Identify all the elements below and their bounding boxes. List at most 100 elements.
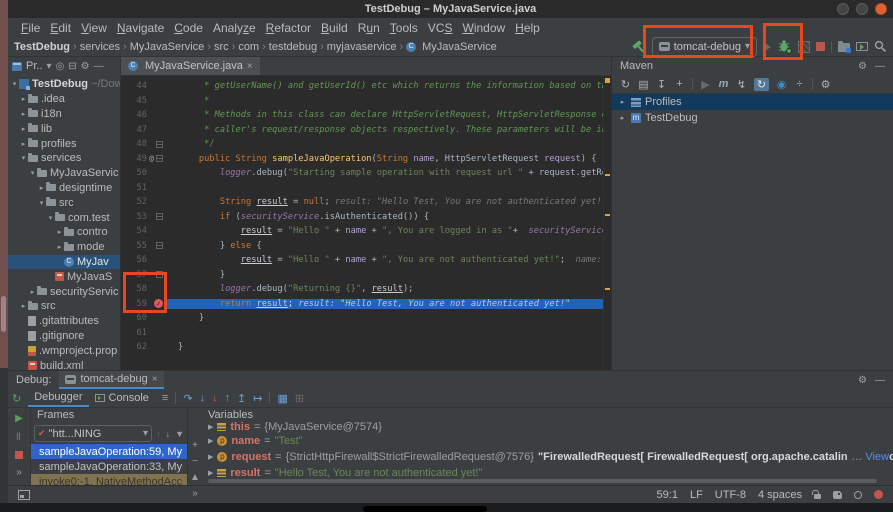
stop-button[interactable] xyxy=(816,42,825,51)
debug-session-tab[interactable]: tomcat-debug × xyxy=(59,371,163,389)
run-with-coverage-icon[interactable] xyxy=(798,41,810,53)
arrow-down-icon[interactable]: ▾ xyxy=(19,154,28,162)
project-panel-title[interactable]: Pr.. xyxy=(26,60,43,72)
maven-settings-icon[interactable]: ⚙ xyxy=(820,78,831,91)
fold-icon[interactable] xyxy=(156,213,163,220)
tree-row[interactable]: ▾src xyxy=(8,195,120,210)
arrow-right-icon[interactable]: ▸ xyxy=(28,288,37,296)
menu-item-refactor[interactable]: Refactor xyxy=(261,21,316,35)
fold-icon[interactable] xyxy=(156,141,163,148)
arrow-down-icon[interactable]: ▾ xyxy=(37,199,46,207)
fold-icon[interactable] xyxy=(156,155,163,162)
download-sources-icon[interactable]: ↧ xyxy=(656,78,667,91)
menu-item-build[interactable]: Build xyxy=(316,21,353,35)
skip-tests-icon[interactable]: ÷ xyxy=(794,78,805,90)
expand-arrow-icon[interactable]: ▶ xyxy=(208,469,213,477)
hamburger-menu-icon[interactable]: ≡ xyxy=(162,392,168,404)
tree-row[interactable]: ▸designtime xyxy=(8,181,120,196)
tree-row[interactable]: MyJavaS xyxy=(8,269,120,284)
reimport-maven-icon[interactable]: ↻ xyxy=(620,78,631,91)
variable-row[interactable]: ▶pname="Test" xyxy=(202,433,893,449)
arrow-down-icon[interactable]: ▾ xyxy=(46,214,55,222)
run-configuration-select[interactable]: tomcat-debug ▾ xyxy=(652,37,757,57)
more-icon[interactable]: » xyxy=(16,467,22,478)
arrow-right-icon[interactable]: ▸ xyxy=(19,140,28,148)
frame-row[interactable]: invoke0:-1, NativeMethodAcc xyxy=(31,474,187,485)
caret-position[interactable]: 59:1 xyxy=(657,489,678,501)
tree-row[interactable]: ▸src xyxy=(8,299,120,314)
breadcrumb-item[interactable]: TestDebug xyxy=(14,41,70,53)
title-bar[interactable]: TestDebug – MyJavaService.java xyxy=(8,0,893,18)
horizontal-scrollbar[interactable] xyxy=(208,479,877,483)
arrow-down-icon[interactable]: ▾ xyxy=(10,80,19,88)
debug-bug-button[interactable] xyxy=(777,39,792,54)
arrow-right-icon[interactable]: ▸ xyxy=(55,228,64,236)
tree-row[interactable]: .gitignore xyxy=(8,329,120,344)
breadcrumb-item[interactable]: testdebug xyxy=(269,41,317,53)
close-button[interactable] xyxy=(875,3,887,15)
arrow-right-icon[interactable]: ▸ xyxy=(19,110,28,118)
tree-row[interactable]: ▸profiles xyxy=(8,136,120,151)
menu-item-navigate[interactable]: Navigate xyxy=(112,21,169,35)
add-watch-icon[interactable]: + xyxy=(192,440,198,451)
evaluate-expression-icon[interactable]: ▦ xyxy=(277,392,287,405)
arrow-right-icon[interactable]: ▸ xyxy=(618,114,627,122)
hide-panel-icon[interactable]: — xyxy=(875,61,885,72)
force-step-into-icon[interactable]: ↓ xyxy=(212,392,218,404)
menu-item-analyze[interactable]: Analyze xyxy=(208,21,261,35)
breadcrumb-item[interactable]: MyJavaService xyxy=(130,41,205,53)
frame-row[interactable]: sampleJavaOperation:59, My xyxy=(31,444,187,459)
run-to-cursor-icon[interactable]: ↦ xyxy=(253,392,262,405)
arrow-down-icon[interactable]: ▾ xyxy=(28,169,37,177)
fold-icon[interactable] xyxy=(156,242,163,249)
tree-row[interactable]: ▸i18n xyxy=(8,107,120,122)
maximize-button[interactable] xyxy=(856,3,868,15)
hide-panel-icon[interactable]: — xyxy=(875,375,885,386)
line-ending[interactable]: LF xyxy=(690,489,703,501)
menu-item-tools[interactable]: Tools xyxy=(385,21,423,35)
tree-row[interactable]: ▾com.test xyxy=(8,210,120,225)
breakpoint-hit-icon[interactable]: ✓ xyxy=(154,299,163,308)
maven-goal-icon[interactable]: m xyxy=(718,78,729,90)
frame-up-icon[interactable]: ↑ xyxy=(156,429,161,439)
remove-watch-icon[interactable]: − xyxy=(192,456,198,467)
tab-console[interactable]: Console xyxy=(89,389,155,407)
tree-row[interactable]: ▸contro xyxy=(8,225,120,240)
expand-arrow-icon[interactable]: ▶ xyxy=(208,437,213,445)
tree-row[interactable]: ▸mode xyxy=(8,240,120,255)
hide-panel-icon[interactable]: — xyxy=(94,61,104,72)
code-editor-surface[interactable]: 44 * getUserName() and getUserId() etc w… xyxy=(121,76,603,370)
gear-icon[interactable]: ⚙ xyxy=(858,375,867,386)
maven-tree-row[interactable]: ▸mTestDebug xyxy=(612,110,893,126)
readonly-lock-icon[interactable] xyxy=(814,494,821,499)
menu-item-help[interactable]: Help xyxy=(510,21,545,35)
breadcrumb-item[interactable]: services xyxy=(80,41,120,53)
menu-item-file[interactable]: File xyxy=(16,21,45,35)
run-maven-goal-icon[interactable]: ▶ xyxy=(700,78,711,91)
menu-item-code[interactable]: Code xyxy=(169,21,208,35)
inspection-indicator[interactable] xyxy=(605,78,610,83)
arrow-right-icon[interactable]: ▸ xyxy=(55,243,64,251)
maven-tree-row[interactable]: ▸Profiles xyxy=(612,94,893,110)
tree-row[interactable]: ▾MyJavaServic xyxy=(8,166,120,181)
rerun-icon[interactable]: ↻ xyxy=(12,392,21,405)
editor-scrollbar[interactable] xyxy=(603,76,611,370)
tree-row[interactable]: ▸securityServic xyxy=(8,284,120,299)
frame-row[interactable]: sampleJavaOperation:33, My xyxy=(31,459,187,474)
arrow-right-icon[interactable]: ▸ xyxy=(19,302,28,310)
stop-icon[interactable] xyxy=(15,451,23,459)
breadcrumb-item[interactable]: myjavaservice xyxy=(327,41,397,53)
arrow-right-icon[interactable]: ▸ xyxy=(19,95,28,103)
generate-sources-icon[interactable]: ▤ xyxy=(638,78,649,91)
fold-icon[interactable] xyxy=(156,271,163,278)
search-everywhere-icon[interactable] xyxy=(874,40,887,53)
project-structure-icon[interactable] xyxy=(838,43,850,52)
tree-row[interactable]: .gitattributes xyxy=(8,314,120,329)
expand-arrow-icon[interactable]: ▶ xyxy=(208,453,213,461)
arrow-right-icon[interactable]: ▸ xyxy=(37,184,46,192)
collapse-all-icon[interactable]: ⊟ xyxy=(68,61,76,72)
close-icon[interactable]: × xyxy=(152,374,158,385)
gear-icon[interactable]: ⚙ xyxy=(81,61,90,72)
run-button[interactable] xyxy=(763,42,771,52)
editor-tab[interactable]: C MyJavaService.java × xyxy=(121,57,260,75)
